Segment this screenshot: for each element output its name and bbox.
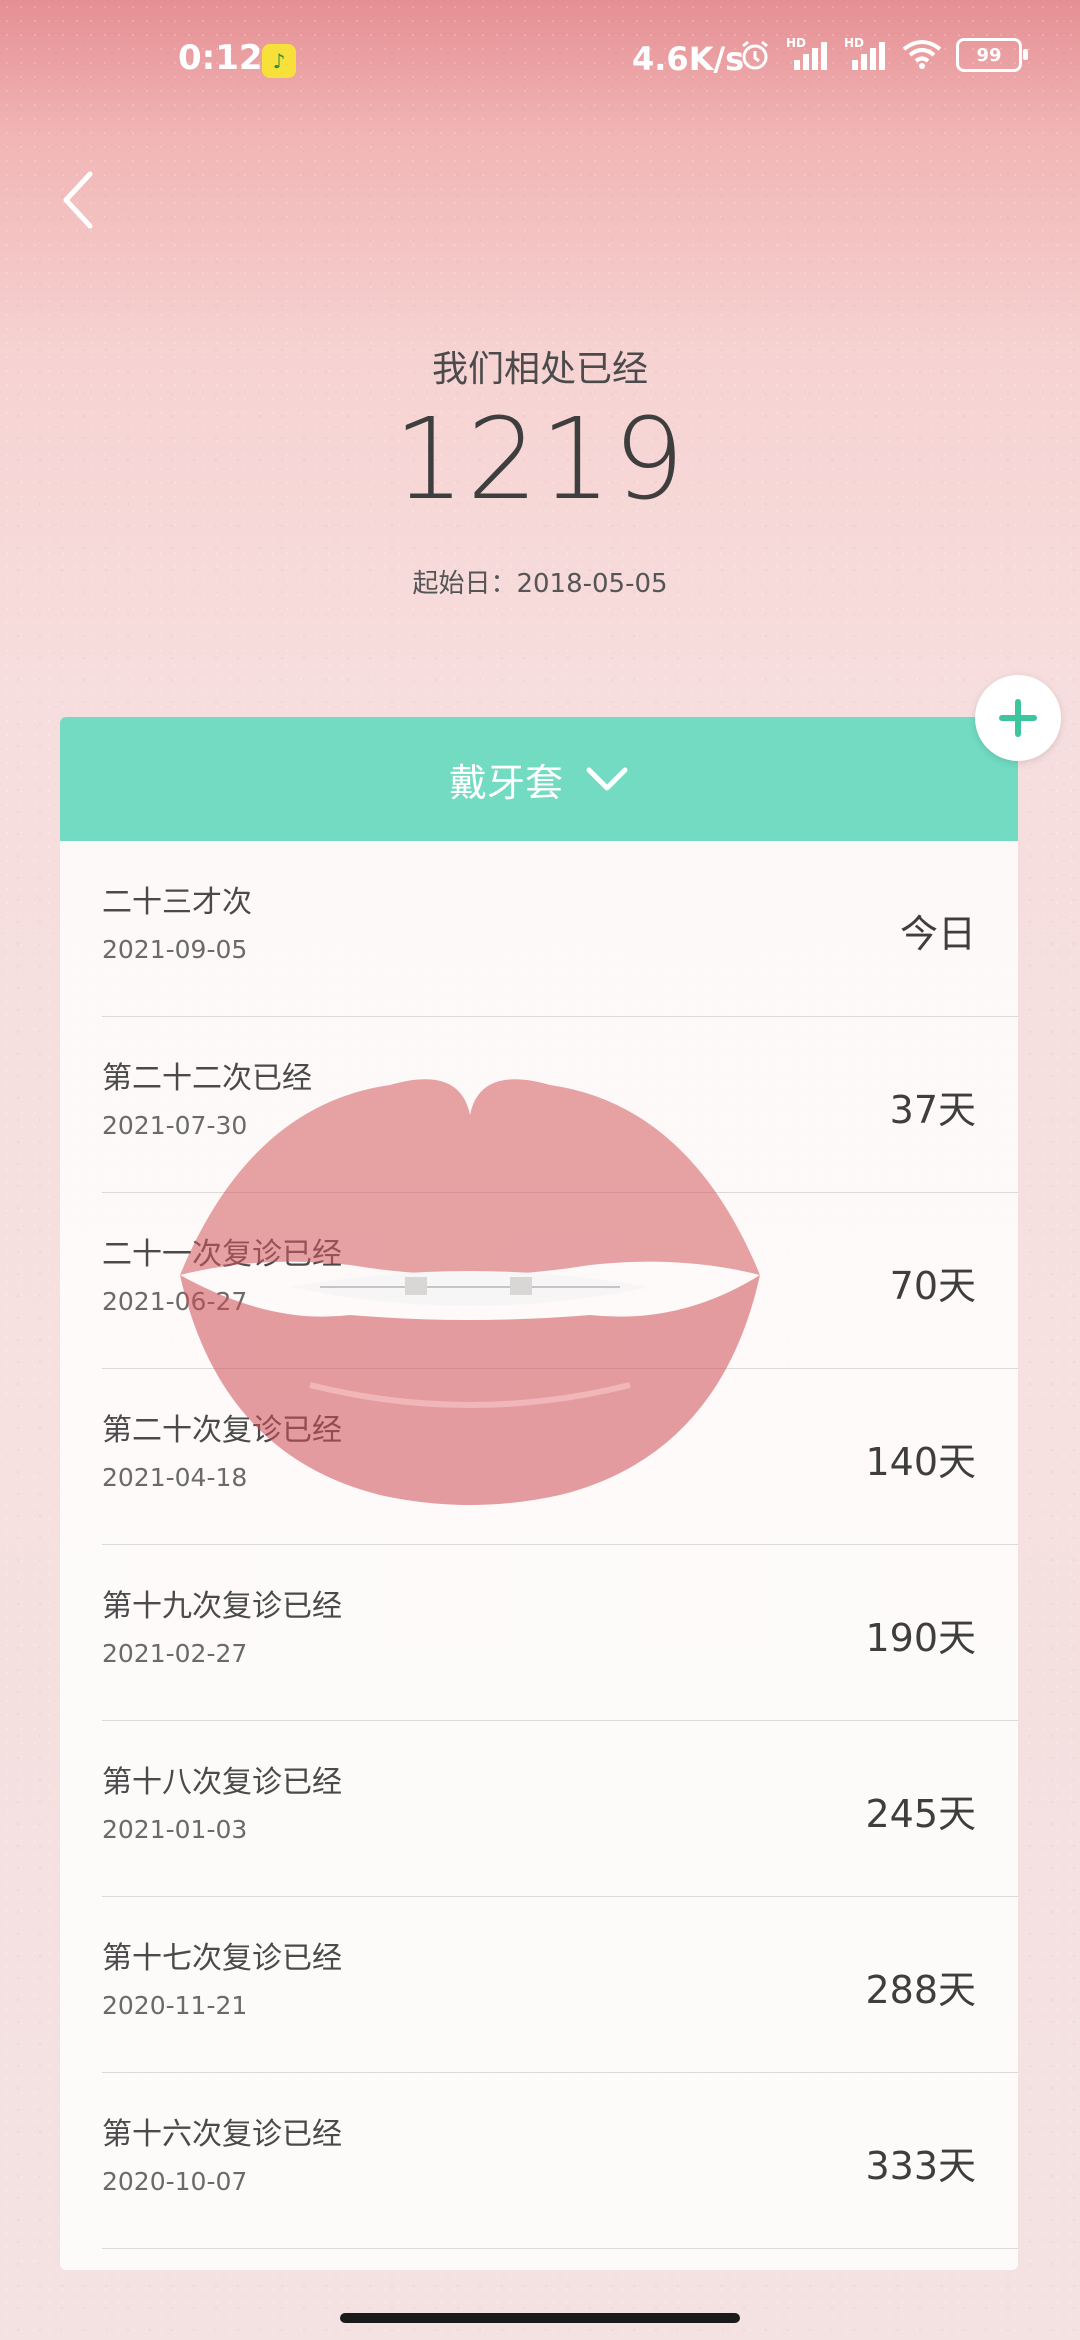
list-item[interactable]: 第十八次复诊已经 2021-01-03 245天 (102, 1721, 1018, 1897)
record-days: 245天 (865, 1792, 976, 1836)
status-bar: 0:12 ♪ 4.6K/s HD HD 99 (0, 0, 1080, 120)
battery-level: 99 (976, 44, 1002, 66)
signal-1-icon: HD (786, 36, 830, 72)
record-title: 第二十次复诊已经 (102, 1413, 342, 1448)
record-days: 333天 (865, 2144, 976, 2188)
records-card: 戴牙套 二十三才次 2021-09-05 今日 第二十二次已经 2021-07-… (60, 717, 1018, 2270)
alarm-icon (742, 40, 768, 70)
list-item[interactable]: 第二十次复诊已经 2021-04-18 140天 (102, 1369, 1018, 1545)
status-icons: HD HD 99 (738, 36, 1028, 72)
record-date: 2021-02-27 (102, 1639, 248, 1668)
records-list: 二十三才次 2021-09-05 今日 第二十二次已经 2021-07-30 3… (60, 841, 1018, 2249)
record-date: 2021-09-05 (102, 935, 248, 964)
record-date: 2020-10-07 (102, 2167, 248, 2196)
record-title: 第十八次复诊已经 (102, 1765, 342, 1800)
record-date: 2021-01-03 (102, 1815, 248, 1844)
together-label: 我们相处已经 (431, 349, 648, 390)
record-days: 190天 (865, 1616, 976, 1660)
chevron-down-icon (586, 767, 628, 791)
list-item[interactable]: 第十七次复诊已经 2020-11-21 288天 (102, 1897, 1018, 2073)
record-title: 第十七次复诊已经 (102, 1941, 342, 1976)
together-days-count: 1219 (393, 395, 687, 525)
status-time: 0:12 (178, 38, 263, 78)
record-days: 37天 (889, 1088, 976, 1132)
list-item[interactable]: 第二十二次已经 2021-07-30 37天 (102, 1017, 1018, 1193)
record-title: 第十九次复诊已经 (102, 1589, 342, 1624)
add-record-button[interactable] (975, 675, 1061, 761)
record-title: 第二十二次已经 (102, 1061, 312, 1096)
record-title: 二十一次复诊已经 (102, 1237, 342, 1272)
signal-2-icon: HD (844, 36, 888, 72)
category-dropdown[interactable]: 戴牙套 (60, 717, 1018, 841)
record-days: 今日 (899, 912, 976, 956)
record-date: 2020-11-21 (102, 1991, 248, 2020)
record-days: 140天 (865, 1440, 976, 1484)
start-date: 起始日：2018-05-05 (412, 569, 668, 599)
record-title: 二十三才次 (102, 885, 252, 920)
chevron-left-icon (63, 171, 93, 229)
record-days: 70天 (889, 1264, 976, 1308)
back-button[interactable] (50, 160, 110, 240)
qq-music-icon: ♪ (262, 44, 296, 78)
battery-icon: 99 (956, 38, 1028, 72)
list-item[interactable]: 二十三才次 2021-09-05 今日 (102, 841, 1018, 1017)
record-date: 2021-06-27 (102, 1287, 248, 1316)
record-days: 288天 (865, 1968, 976, 2012)
record-date: 2021-07-30 (102, 1111, 248, 1140)
record-date: 2021-04-18 (102, 1463, 248, 1492)
list-item[interactable]: 二十一次复诊已经 2021-06-27 70天 (102, 1193, 1018, 1369)
plus-icon (999, 699, 1037, 737)
category-title: 戴牙套 (448, 760, 563, 805)
list-item[interactable]: 第十六次复诊已经 2020-10-07 333天 (102, 2073, 1018, 2249)
home-indicator[interactable] (340, 2313, 740, 2323)
network-speed: 4.6K/s (632, 40, 745, 78)
list-item[interactable]: 第十九次复诊已经 2021-02-27 190天 (102, 1545, 1018, 1721)
record-title: 第十六次复诊已经 (102, 2117, 342, 2152)
wifi-icon (902, 40, 942, 69)
